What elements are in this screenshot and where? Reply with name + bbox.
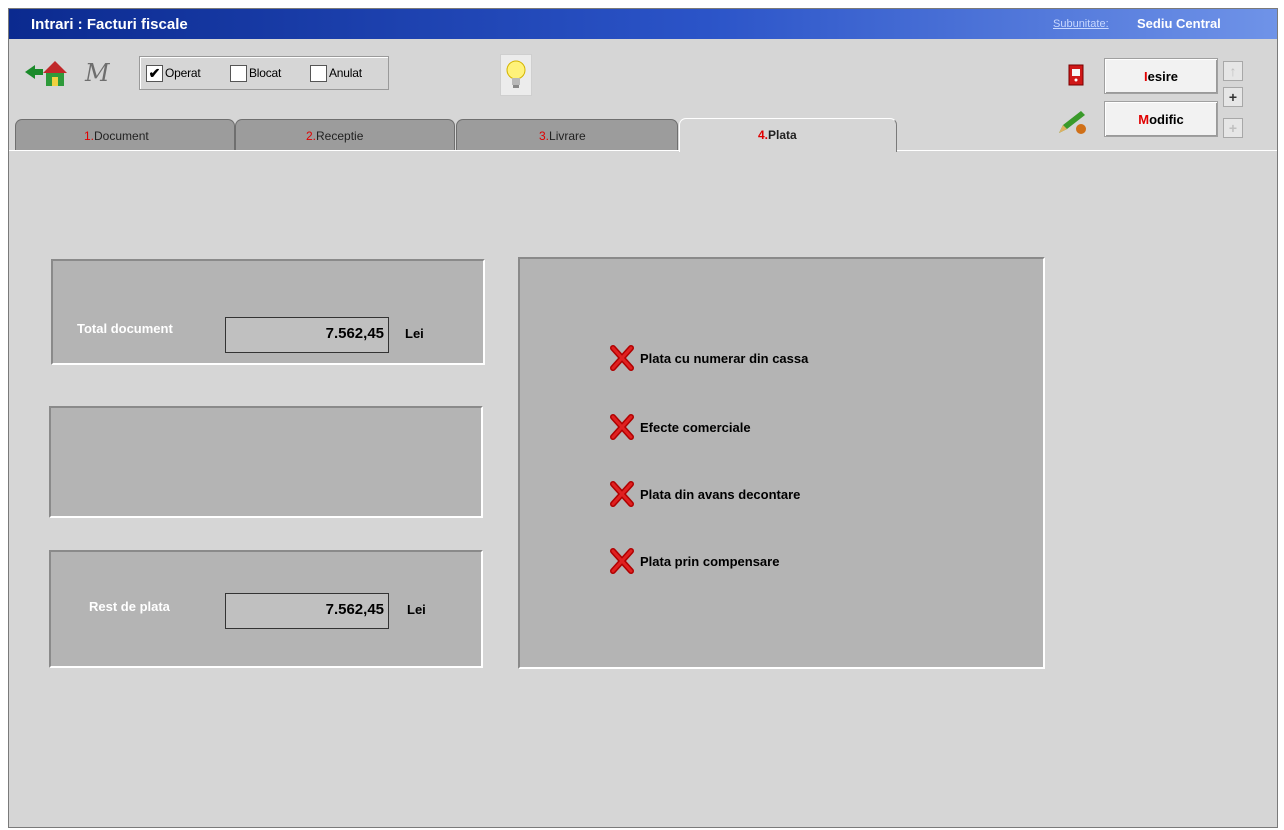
title-bar: Intrari : Facturi fiscale Subunitate: Se… (9, 9, 1277, 39)
payment-option-avans-label: Plata din avans decontare (640, 486, 801, 502)
up-arrow-icon: ↑ (1229, 63, 1237, 79)
tab-document-label: Document (94, 129, 149, 143)
total-document-panel: Total document 7.562,45 Lei (51, 259, 485, 365)
iesire-button[interactable]: Iesire (1104, 58, 1218, 94)
tab-livrare-num: 3. (539, 129, 550, 143)
iesire-label: esire (1147, 68, 1178, 84)
tab-plata-num: 4. (758, 128, 769, 142)
rest-de-plata-panel: Rest de plata 7.562,45 Lei (49, 550, 483, 668)
payment-option-avans[interactable]: Plata din avans decontare (610, 481, 800, 507)
hint-button[interactable] (500, 54, 532, 96)
plus-small-icon: + (1228, 120, 1238, 136)
rest-currency: Lei (407, 602, 426, 617)
subunit-value: Sediu Central (1137, 16, 1221, 31)
operat-checkbox[interactable]: ✔ Operat (146, 64, 201, 82)
empty-panel (49, 406, 483, 518)
tab-plata[interactable]: 4.Plata (679, 118, 897, 152)
blocat-box (230, 64, 247, 82)
payment-option-compensare-label: Plata prin compensare (640, 553, 780, 569)
subunit-link[interactable]: Subunitate: (1053, 18, 1109, 30)
payment-option-efecte[interactable]: Efecte comerciale (610, 414, 751, 440)
red-x-icon (610, 481, 634, 507)
record-add-button[interactable]: + (1223, 87, 1243, 107)
modific-hotkey: M (1138, 111, 1150, 127)
tab-document[interactable]: 1.Document (15, 119, 235, 151)
refresh-house-icon[interactable] (19, 55, 71, 89)
anulat-box (310, 64, 327, 82)
lightbulb-icon (506, 60, 526, 88)
status-checkbox-group: ✔ Operat Blocat Anulat (139, 56, 389, 90)
payment-option-cash[interactable]: Plata cu numerar din cassa (610, 345, 808, 371)
rest-de-plata-field[interactable]: 7.562,45 (225, 593, 389, 629)
pencil-edit-icon[interactable] (1055, 107, 1091, 137)
red-x-icon (610, 414, 634, 440)
operat-label: Operat (165, 66, 201, 80)
plus-icon: + (1228, 89, 1238, 105)
modific-label: odific (1149, 111, 1184, 127)
main-window: Intrari : Facturi fiscale Subunitate: Se… (8, 8, 1278, 828)
tab-plata-label: Plata (768, 128, 797, 142)
anulat-checkbox[interactable]: Anulat (310, 64, 362, 82)
red-x-icon (610, 548, 634, 574)
record-down-button[interactable]: + (1223, 118, 1243, 138)
total-document-label: Total document (77, 321, 173, 336)
tab-divider (9, 150, 1277, 151)
blocat-label: Blocat (249, 66, 282, 80)
tab-livrare-label: Livrare (549, 129, 586, 143)
anulat-label: Anulat (329, 66, 362, 80)
tab-receptie-label: Receptie (316, 129, 364, 143)
tab-livrare[interactable]: 3.Livrare (456, 119, 678, 151)
m-script-icon[interactable]: M (83, 57, 119, 87)
tab-receptie-num: 2. (306, 129, 317, 143)
tab-receptie[interactable]: 2.Receptie (235, 119, 455, 151)
blocat-checkbox[interactable]: Blocat (230, 64, 281, 82)
payment-option-compensare[interactable]: Plata prin compensare (610, 548, 779, 574)
record-up-button[interactable]: ↑ (1223, 61, 1243, 81)
tab-document-num: 1. (84, 129, 95, 143)
total-document-field[interactable]: 7.562,45 (225, 317, 389, 353)
modific-button[interactable]: Modific (1104, 101, 1218, 137)
red-x-icon (610, 345, 634, 371)
svg-text:M: M (84, 59, 111, 87)
payment-option-efecte-label: Efecte comerciale (640, 419, 751, 435)
rest-de-plata-label: Rest de plata (89, 599, 170, 614)
window-title: Intrari : Facturi fiscale (31, 16, 188, 33)
checkmark-icon: ✔ (146, 64, 163, 82)
payment-option-cash-label: Plata cu numerar din cassa (640, 350, 809, 366)
payment-options-panel: Plata cu numerar din cassa Efecte comerc… (518, 257, 1045, 669)
exit-door-icon[interactable] (1065, 63, 1089, 89)
total-currency: Lei (405, 326, 424, 341)
